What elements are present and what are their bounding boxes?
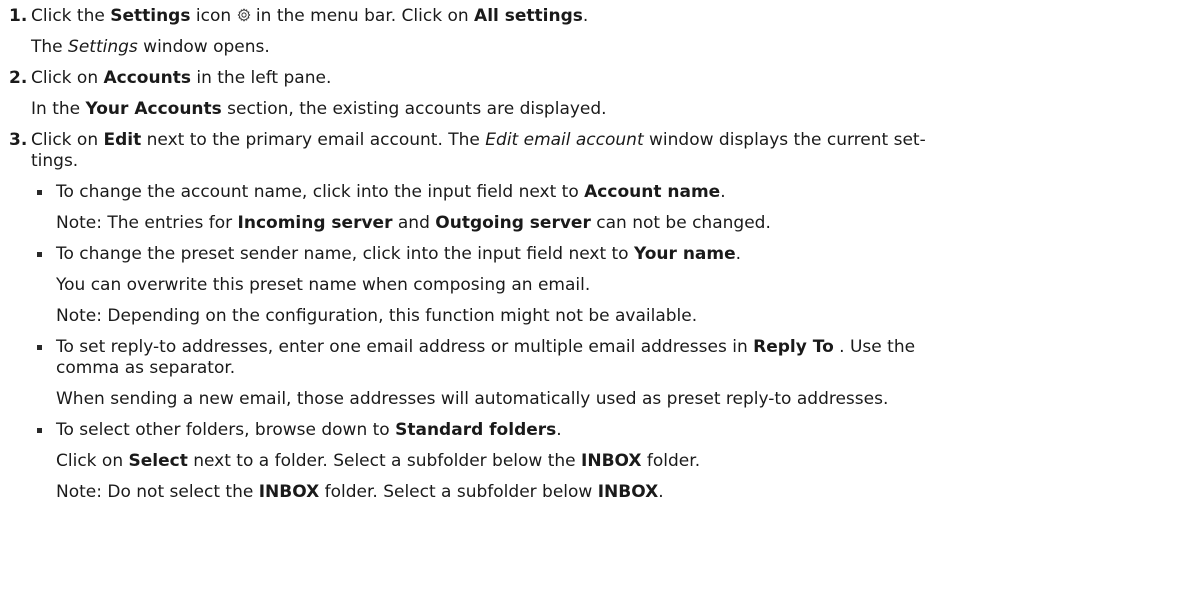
text: in the menu bar. Click on bbox=[250, 6, 475, 26]
bold-text: Settings bbox=[110, 6, 191, 26]
list-item: To change the preset sender name, click … bbox=[31, 244, 1201, 327]
gear-icon bbox=[237, 8, 250, 22]
text: . bbox=[658, 482, 664, 502]
bullet-line: Note: Depending on the configuration, th… bbox=[56, 306, 1201, 327]
list-item: To change the account name, click into t… bbox=[31, 182, 1201, 234]
text: Click on bbox=[56, 451, 129, 471]
italic-text: Edit email account bbox=[485, 130, 644, 150]
text: . bbox=[556, 420, 562, 440]
text: Click the bbox=[31, 6, 111, 26]
text: and bbox=[392, 213, 436, 233]
step-2: 2. Click on Accounts in the left pane. I… bbox=[0, 68, 1201, 120]
text: When sending a new email, those addresse… bbox=[56, 389, 889, 409]
text: comma as separator. bbox=[56, 358, 236, 378]
bullet-line: Note: Do not select the INBOX folder. Se… bbox=[56, 482, 1201, 503]
text: folder. Select a subfolder below bbox=[319, 482, 598, 502]
bullet-icon bbox=[37, 428, 42, 433]
bullet-icon bbox=[37, 252, 42, 257]
step-3-line-1: Click on Edit next to the primary email … bbox=[31, 130, 1201, 172]
step-2-line-1: Click on Accounts in the left pane. bbox=[31, 68, 1201, 89]
text: . bbox=[735, 244, 742, 264]
bold-text: Accounts bbox=[103, 68, 191, 88]
bold-text: Incoming server bbox=[237, 213, 393, 233]
bold-text: All settings bbox=[474, 6, 583, 26]
bullet-line: Note: The entries for Incoming server an… bbox=[56, 213, 1201, 234]
bold-text: Your name bbox=[633, 244, 736, 264]
bold-text: Select bbox=[128, 451, 188, 471]
text: . bbox=[720, 182, 726, 202]
bullet-line: To change the preset sender name, click … bbox=[56, 244, 1201, 265]
bullet-line: To change the account name, click into t… bbox=[56, 182, 1201, 203]
italic-text: Settings bbox=[68, 37, 138, 57]
bold-text: Standard folders bbox=[395, 420, 557, 440]
text: In the bbox=[31, 99, 86, 119]
bold-text: INBOX bbox=[258, 482, 320, 502]
bullet-line: When sending a new email, those addresse… bbox=[56, 389, 1201, 410]
text: icon bbox=[190, 6, 237, 26]
text: next to the primary email account. The bbox=[141, 130, 486, 150]
text: folder. bbox=[641, 451, 701, 471]
bold-text: Your Accounts bbox=[85, 99, 222, 119]
bold-text: Outgoing server bbox=[435, 213, 591, 233]
bullet-icon bbox=[37, 345, 42, 350]
bold-text: Account name bbox=[584, 182, 721, 202]
text: window displays the current set- bbox=[643, 130, 926, 150]
step-1-line-1: Click the Settings icon in the menu bar.… bbox=[31, 6, 1201, 27]
step-1-line-2: The Settings window opens. bbox=[31, 37, 1201, 58]
text: in the left pane. bbox=[190, 68, 332, 88]
text: The bbox=[31, 37, 69, 57]
step-1: 1. Click the Settings icon in the menu b… bbox=[0, 6, 1201, 58]
step-number: 2. bbox=[9, 68, 28, 88]
text: Click on bbox=[31, 130, 104, 150]
list-item: To select other folders, browse down to … bbox=[31, 420, 1201, 503]
bold-text: Reply To bbox=[753, 337, 834, 357]
text: . Use the bbox=[833, 337, 916, 357]
bold-text: Edit bbox=[103, 130, 142, 150]
instruction-document: 1. Click the Settings icon in the menu b… bbox=[0, 0, 1201, 503]
bullet-list: To change the account name, click into t… bbox=[31, 182, 1201, 503]
text: tings. bbox=[31, 151, 79, 171]
bullet-line: To select other folders, browse down to … bbox=[56, 420, 1201, 441]
text: You can overwrite this preset name when … bbox=[56, 275, 591, 295]
text: Note: Depending on the configuration, th… bbox=[56, 306, 698, 326]
bold-text: INBOX bbox=[597, 482, 659, 502]
text: To select other folders, browse down to bbox=[56, 420, 396, 440]
text: section, the existing accounts are displ… bbox=[221, 99, 607, 119]
bullet-icon bbox=[37, 190, 42, 195]
bullet-line: You can overwrite this preset name when … bbox=[56, 275, 1201, 296]
text: can not be changed. bbox=[590, 213, 771, 233]
step-2-line-2: In the Your Accounts section, the existi… bbox=[31, 99, 1201, 120]
bullet-line: To set reply-to addresses, enter one ema… bbox=[56, 337, 1201, 379]
step-3: 3. Click on Edit next to the primary ema… bbox=[0, 130, 1201, 503]
text: To set reply-to addresses, enter one ema… bbox=[56, 337, 754, 357]
text: next to a folder. Select a subfolder bel… bbox=[187, 451, 582, 471]
step-number: 1. bbox=[9, 6, 28, 26]
list-item: To set reply-to addresses, enter one ema… bbox=[31, 337, 1201, 410]
bullet-line: Click on Select next to a folder. Select… bbox=[56, 451, 1201, 472]
bold-text: INBOX bbox=[581, 451, 642, 471]
text: To change the preset sender name, click … bbox=[56, 244, 634, 264]
text: To change the account name, click into t… bbox=[56, 182, 585, 202]
text: Note: The entries for bbox=[56, 213, 238, 233]
text: Click on bbox=[31, 68, 104, 88]
text: window opens. bbox=[137, 37, 270, 57]
step-number: 3. bbox=[9, 130, 28, 150]
text: Note: Do not select the bbox=[56, 482, 259, 502]
text: . bbox=[582, 6, 589, 26]
